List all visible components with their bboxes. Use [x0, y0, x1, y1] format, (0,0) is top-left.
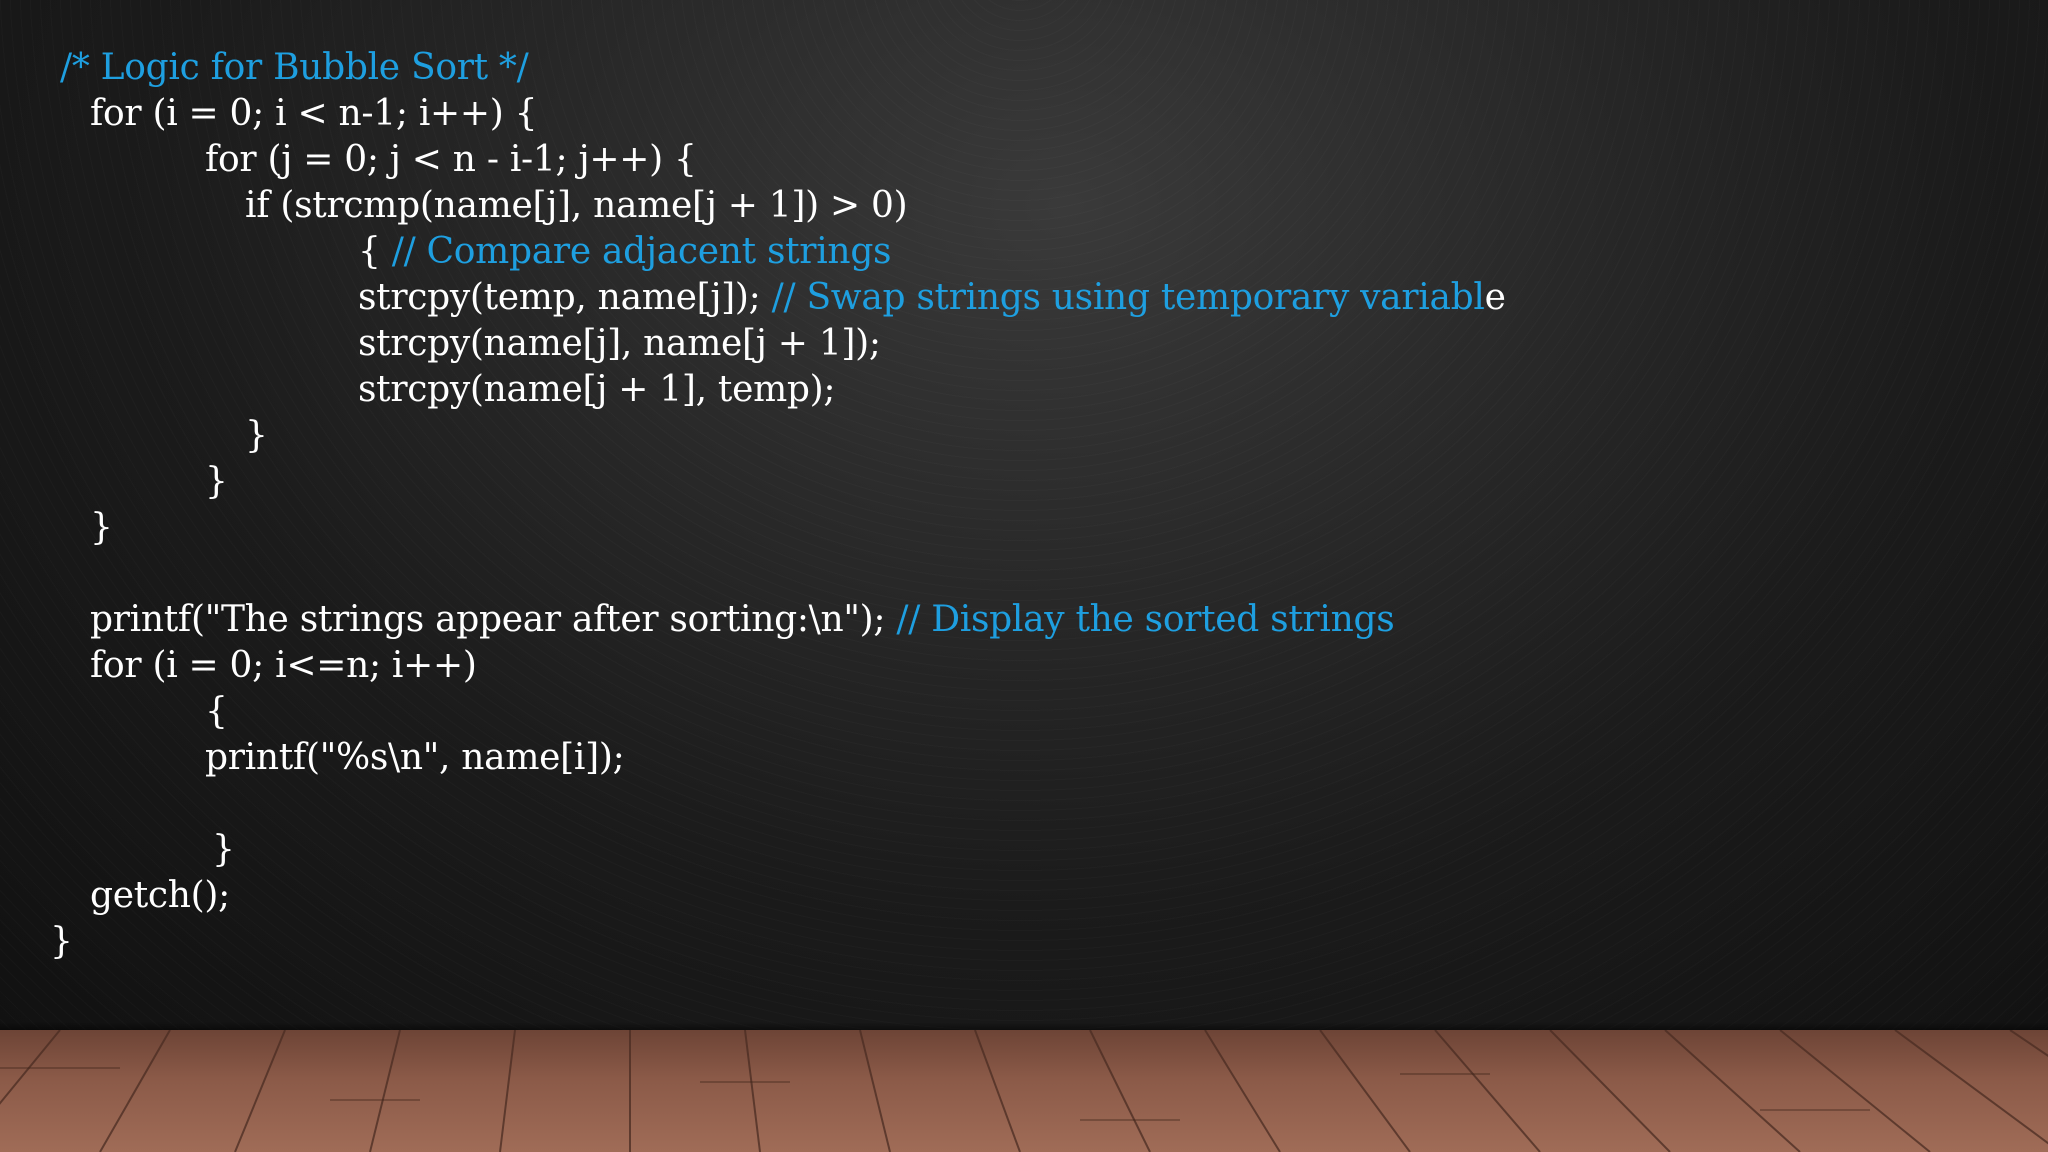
code-text: {: [205, 691, 228, 732]
code-text: strcpy(name[j + 1], temp);: [358, 369, 836, 410]
code-line: }: [245, 414, 268, 458]
code-comment: // Display the sorted strings: [896, 599, 1395, 640]
code-comment: // Swap strings using temporary variabl: [771, 277, 1485, 318]
code-line: strcpy(name[j + 1], temp);: [358, 368, 836, 412]
code-comment: // Compare adjacent strings: [391, 231, 892, 272]
code-text: {: [358, 231, 392, 272]
code-line: { // Compare adjacent strings: [358, 230, 892, 274]
code-text: if (strcmp(name[j], name[j + 1]) > 0): [245, 185, 908, 226]
code-line: strcpy(temp, name[j]); // Swap strings u…: [358, 276, 1506, 320]
code-text: }: [245, 415, 268, 456]
code-line: strcpy(name[j], name[j + 1]);: [358, 322, 881, 366]
floor-planks: [0, 1030, 2048, 1152]
code-line: }: [50, 920, 73, 964]
code-text: }: [50, 921, 73, 962]
code-text: for (j = 0; j < n - i-1; j++) {: [205, 139, 697, 180]
code-text: }: [90, 507, 113, 548]
wood-floor: [0, 1030, 2048, 1152]
code-line: printf("%s\n", name[i]);: [205, 736, 625, 780]
code-comment: /* Logic for Bubble Sort */: [60, 47, 529, 88]
code-text: strcpy(temp, name[j]);: [358, 277, 772, 318]
code-text: for (i = 0; i<=n; i++): [90, 645, 477, 686]
code-line: printf("The strings appear after sorting…: [90, 598, 1395, 642]
code-text: }: [212, 829, 235, 870]
code-block: /* Logic for Bubble Sort */ for (i = 0; …: [0, 0, 2048, 1030]
code-line: }: [90, 506, 113, 550]
code-text: for (i = 0; i < n-1; i++) {: [90, 93, 538, 134]
code-text: printf("The strings appear after sorting…: [90, 599, 897, 640]
code-text-tail: e: [1484, 277, 1506, 318]
code-text: strcpy(name[j], name[j + 1]);: [358, 323, 881, 364]
code-line: }: [212, 828, 235, 872]
code-text: }: [205, 461, 228, 502]
code-line: {: [205, 690, 228, 734]
code-text: printf("%s\n", name[i]);: [205, 737, 625, 778]
code-line: if (strcmp(name[j], name[j + 1]) > 0): [245, 184, 908, 228]
code-text: getch();: [90, 875, 230, 916]
code-line: for (j = 0; j < n - i-1; j++) {: [205, 138, 697, 182]
code-line: getch();: [90, 874, 230, 918]
code-line-comment-header: /* Logic for Bubble Sort */: [60, 46, 529, 90]
code-line: }: [205, 460, 228, 504]
code-line: for (i = 0; i<=n; i++): [90, 644, 477, 688]
code-line: for (i = 0; i < n-1; i++) {: [90, 92, 538, 136]
